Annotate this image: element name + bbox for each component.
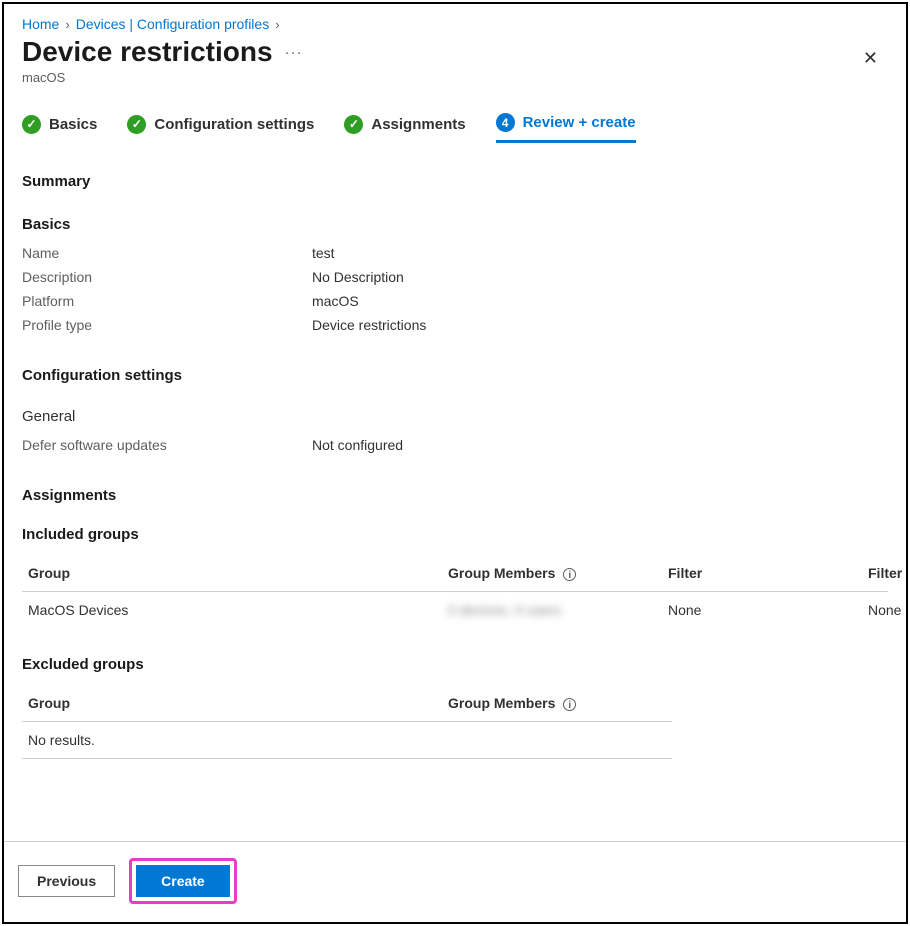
wizard-tabs: Basics Configuration settings Assignment…: [4, 85, 906, 143]
table-header: Group Group Members i: [22, 685, 672, 722]
row-platform: Platform macOS: [22, 293, 888, 309]
section-general: General: [22, 408, 888, 425]
more-actions-icon[interactable]: ···: [285, 44, 303, 61]
checkmark-icon: [344, 115, 363, 134]
close-icon: ✕: [863, 48, 878, 68]
checkmark-icon: [22, 115, 41, 134]
included-groups-table: Group Group Members i Filter Filter MacO…: [22, 555, 888, 628]
value: test: [312, 245, 335, 261]
table-row-empty: No results.: [22, 722, 672, 758]
value: Device restrictions: [312, 317, 426, 333]
breadcrumb-home[interactable]: Home: [22, 16, 59, 32]
tab-basics[interactable]: Basics: [22, 113, 97, 143]
tab-label: Basics: [49, 116, 97, 133]
tab-review-create[interactable]: 4 Review + create: [496, 113, 636, 143]
close-button[interactable]: ✕: [853, 42, 888, 75]
row-profile-type: Profile type Device restrictions: [22, 317, 888, 333]
chevron-right-icon: ›: [65, 17, 69, 32]
label: Profile type: [22, 317, 312, 333]
row-description: Description No Description: [22, 269, 888, 285]
create-button[interactable]: Create: [136, 865, 230, 897]
section-summary: Summary: [22, 173, 888, 190]
cell-group: MacOS Devices: [28, 602, 448, 618]
col-filter: Filter: [668, 565, 868, 581]
cell-noresults: No results.: [28, 732, 448, 748]
tab-label: Assignments: [371, 116, 465, 133]
create-button-highlight: Create: [129, 858, 237, 904]
cell-filter: None: [668, 602, 868, 618]
section-excluded-groups: Excluded groups: [22, 656, 888, 673]
col-group: Group: [28, 565, 448, 581]
value: macOS: [312, 293, 359, 309]
previous-button[interactable]: Previous: [18, 865, 115, 897]
footer-actions: Previous Create: [4, 841, 906, 922]
label: Name: [22, 245, 312, 261]
tab-assignments[interactable]: Assignments: [344, 113, 465, 143]
label: Description: [22, 269, 312, 285]
tab-label: Review + create: [523, 114, 636, 131]
section-configuration-settings: Configuration settings: [22, 367, 888, 384]
col-group: Group: [28, 695, 448, 711]
checkmark-icon: [127, 115, 146, 134]
value: No Description: [312, 269, 404, 285]
cell-filter2: None: [868, 602, 908, 618]
col-members: Group Members i: [448, 565, 668, 581]
value: Not configured: [312, 437, 403, 453]
page-title: Device restrictions: [22, 36, 273, 68]
breadcrumb: Home › Devices | Configuration profiles …: [4, 4, 906, 32]
step-number-icon: 4: [496, 113, 515, 132]
page-subtitle: macOS: [22, 70, 303, 85]
info-icon[interactable]: i: [563, 698, 576, 711]
section-assignments: Assignments: [22, 487, 888, 504]
excluded-groups-table: Group Group Members i No results.: [22, 685, 672, 759]
chevron-right-icon: ›: [275, 17, 279, 32]
cell-members: 0 devices, 0 users: [448, 602, 561, 618]
section-basics: Basics: [22, 216, 888, 233]
row-defer-updates: Defer software updates Not configured: [22, 437, 888, 453]
table-header: Group Group Members i Filter Filter: [22, 555, 888, 592]
col-members: Group Members i: [448, 695, 688, 711]
col-filter2: Filter: [868, 565, 908, 581]
breadcrumb-devices[interactable]: Devices | Configuration profiles: [76, 16, 270, 32]
tab-label: Configuration settings: [154, 116, 314, 133]
info-icon[interactable]: i: [563, 568, 576, 581]
label: Defer software updates: [22, 437, 312, 453]
row-name: Name test: [22, 245, 888, 261]
tab-configuration[interactable]: Configuration settings: [127, 113, 314, 143]
label: Platform: [22, 293, 312, 309]
table-row: MacOS Devices 0 devices, 0 users None No…: [22, 592, 888, 628]
section-included-groups: Included groups: [22, 526, 888, 543]
